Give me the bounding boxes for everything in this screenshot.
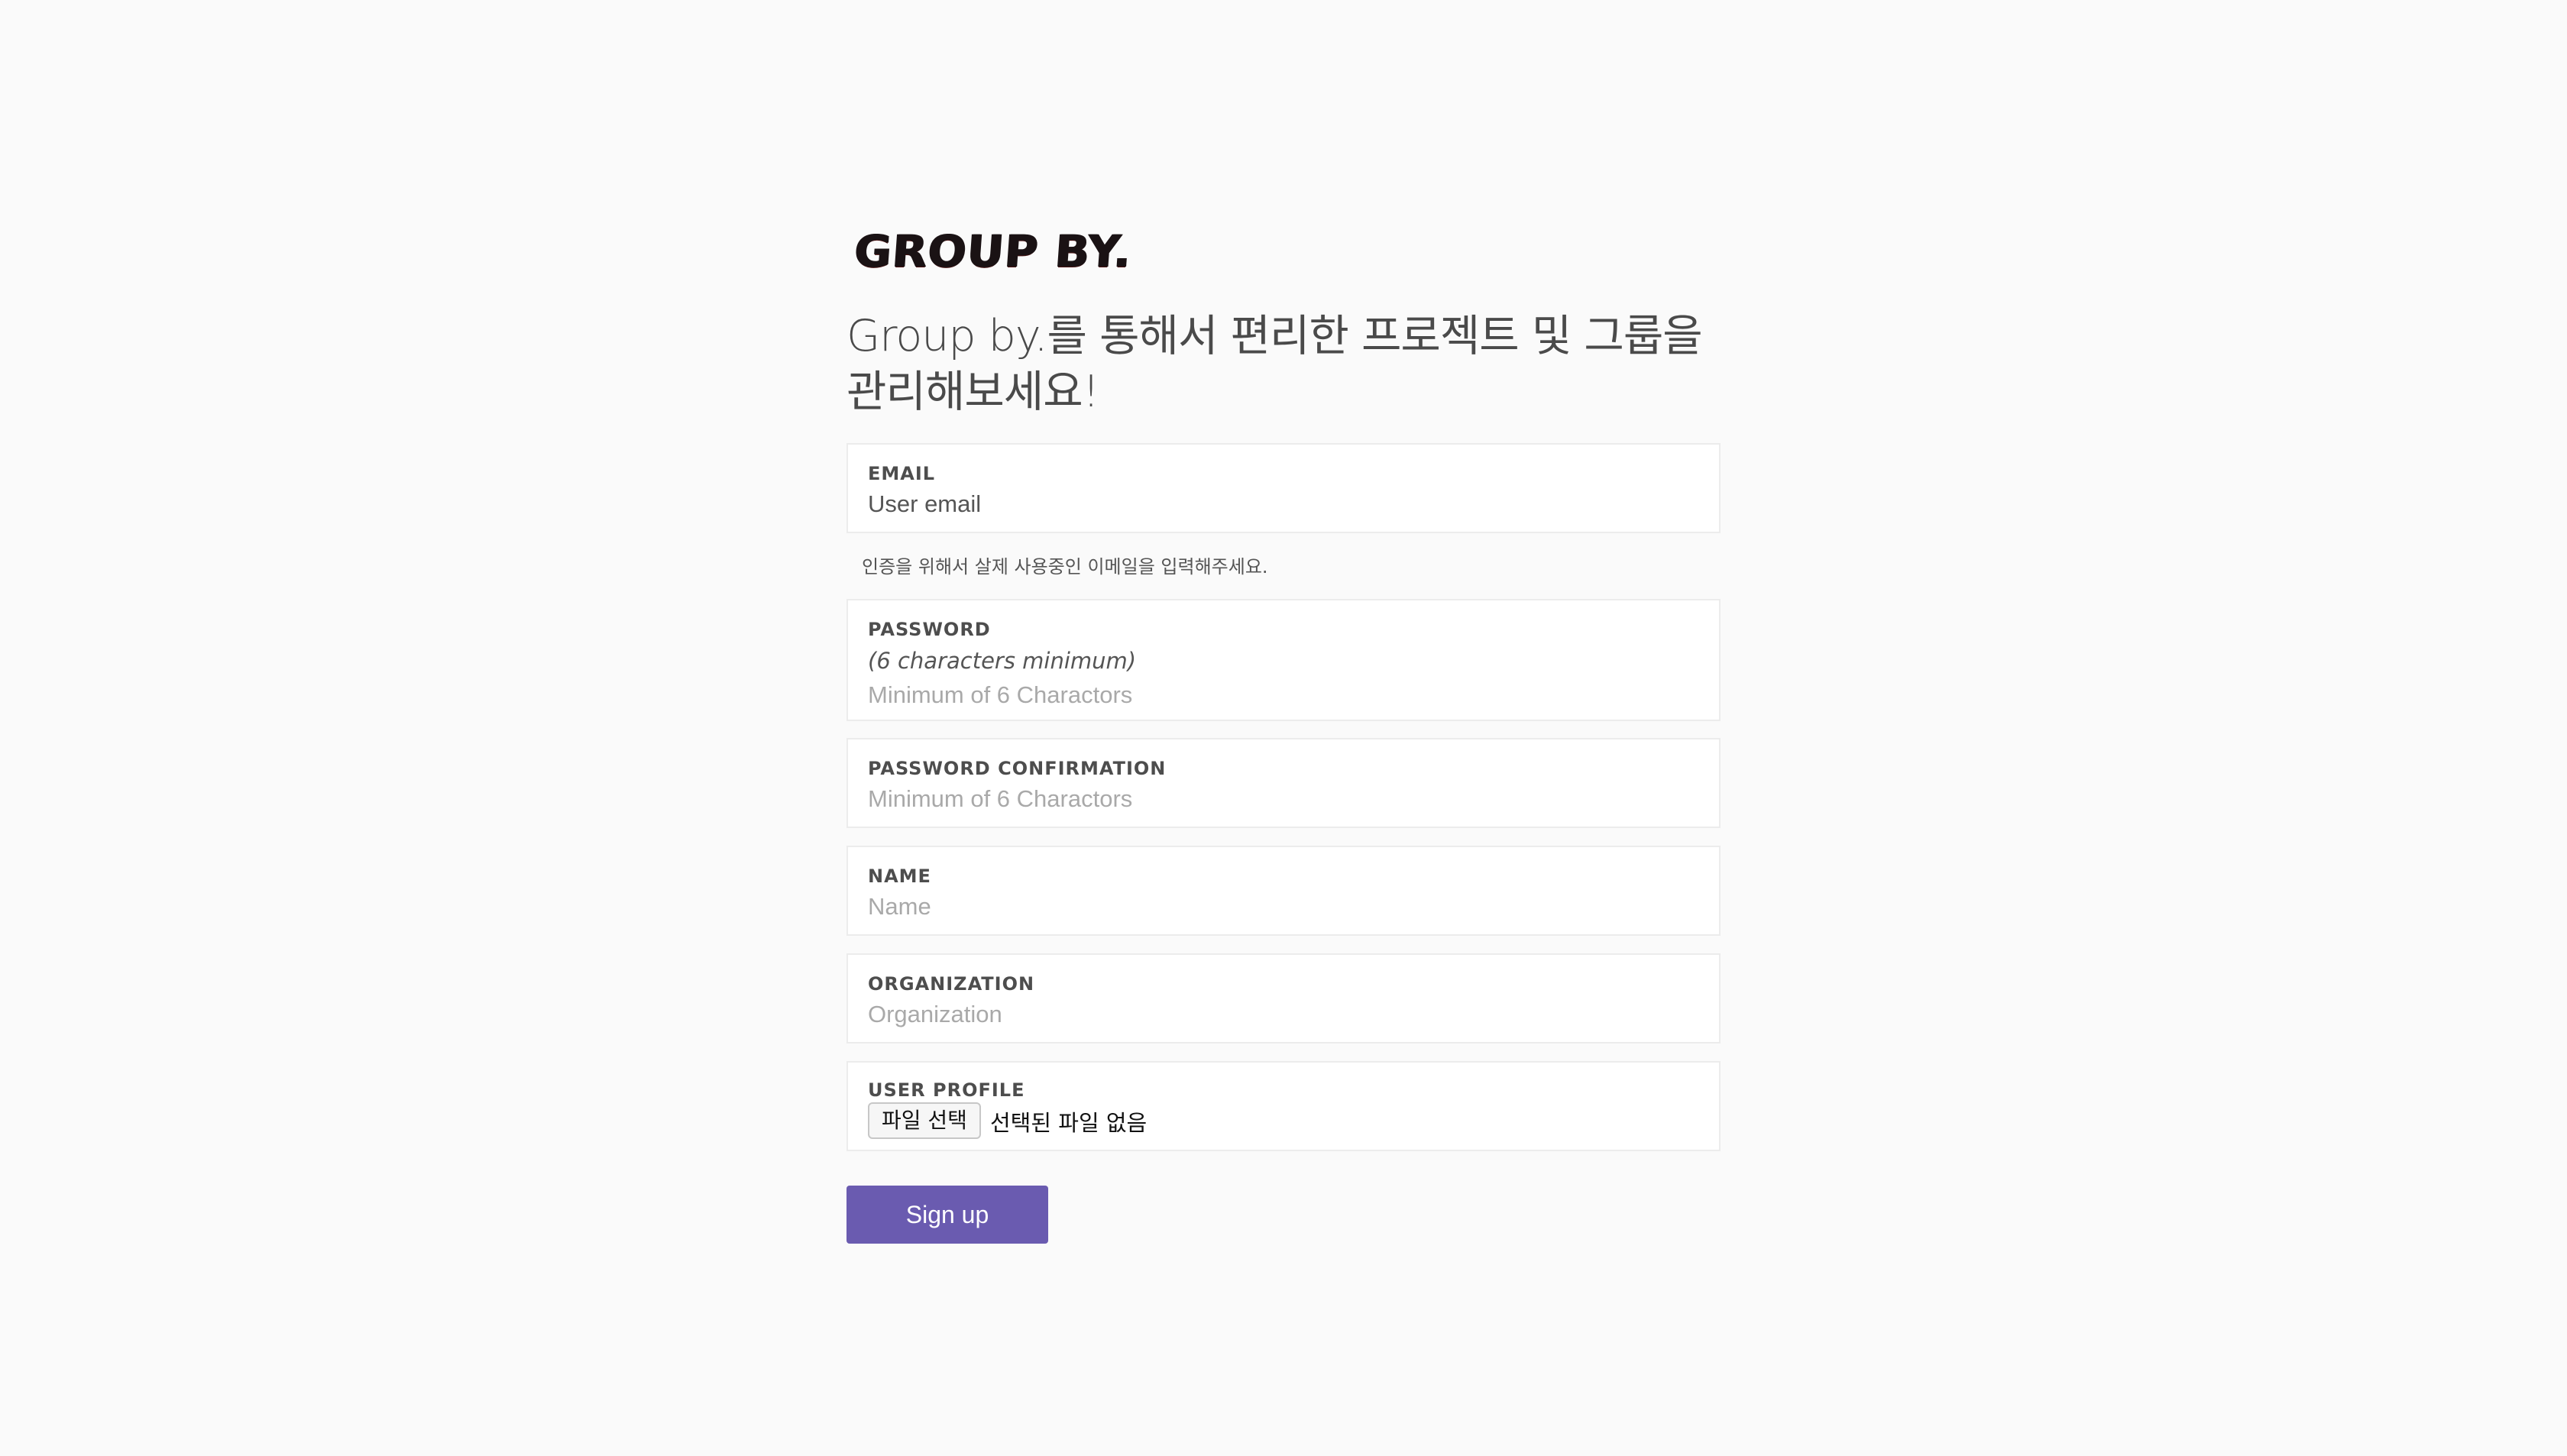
password-input[interactable]	[868, 678, 1693, 712]
headline-line-1: Group by.를 통해서 편리한 프로젝트 및 그룹을	[846, 311, 1703, 361]
email-helper-text: 인증을 위해서 살제 사용중인 이메일을 입력해주세요.	[862, 556, 1268, 578]
email-field-group: EMAIL	[846, 443, 1721, 533]
user-profile-label: USER PROFILE	[868, 1079, 1025, 1101]
organization-field-group: ORGANIZATION	[846, 953, 1721, 1043]
email-label: EMAIL	[868, 463, 936, 484]
group-by-logo: GROUP BY.	[852, 225, 1133, 277]
password-label: PASSWORD	[868, 619, 991, 640]
user-profile-field-group: USER PROFILE 파일 선택 선택된 파일 없음	[846, 1061, 1721, 1151]
organization-label: ORGANIZATION	[868, 973, 1035, 995]
name-label: NAME	[868, 866, 931, 887]
organization-input[interactable]	[868, 998, 1693, 1031]
password-confirmation-input[interactable]	[868, 782, 1693, 816]
file-status-text: 선택된 파일 없음	[990, 1110, 1148, 1136]
name-field-group: NAME	[846, 846, 1721, 936]
sign-up-button[interactable]: Sign up	[846, 1186, 1048, 1244]
name-input[interactable]	[868, 890, 1693, 924]
password-hint: (6 characters minimum)	[868, 648, 1137, 674]
choose-file-button[interactable]: 파일 선택	[868, 1102, 981, 1139]
page-headline: Group by.를 통해서 편리한 프로젝트 및 그룹을관리해보세요!	[846, 309, 1722, 420]
headline-line-2: 관리해보세요!	[846, 367, 1099, 417]
email-input[interactable]	[868, 487, 1693, 521]
password-confirmation-field-group: PASSWORD CONFIRMATION	[846, 738, 1721, 828]
password-confirmation-label: PASSWORD CONFIRMATION	[868, 758, 1167, 779]
password-field-group: PASSWORD (6 characters minimum)	[846, 599, 1721, 721]
